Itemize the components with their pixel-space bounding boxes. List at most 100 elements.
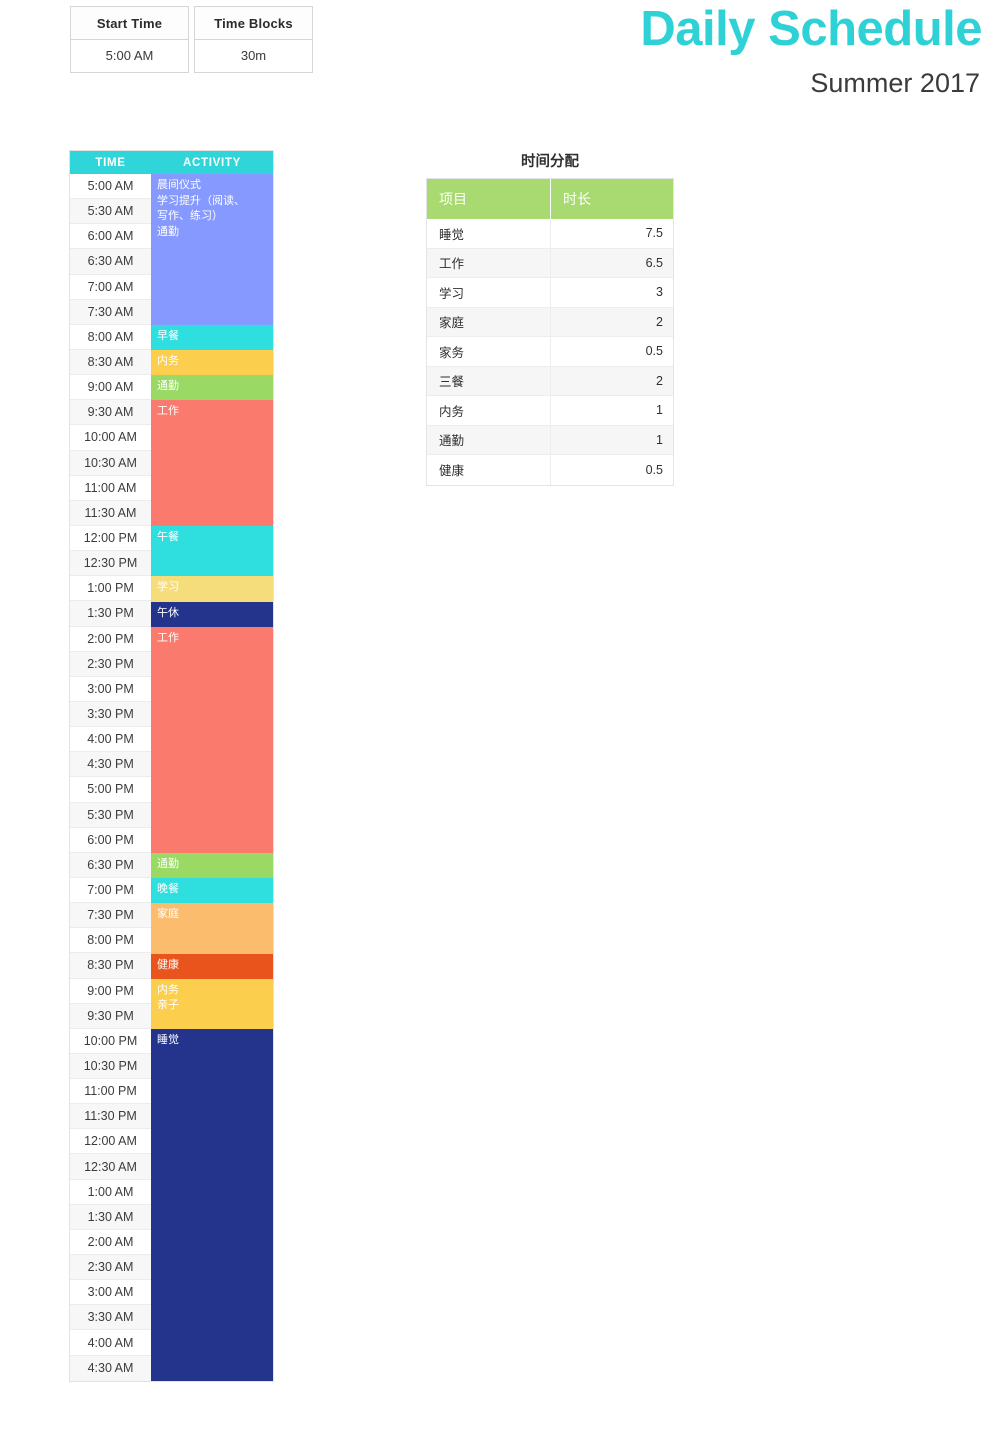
time-row[interactable]: 5:00 PM — [70, 777, 151, 803]
schedule-header-row: TIME ACTIVITY — [70, 151, 273, 174]
time-row[interactable]: 11:30 PM — [70, 1104, 151, 1130]
time-label: 3:30 PM — [87, 707, 134, 722]
time-row[interactable]: 4:00 PM — [70, 727, 151, 753]
time-row[interactable]: 11:30 AM — [70, 500, 151, 526]
time-row[interactable]: 12:30 PM — [70, 551, 151, 577]
time-row[interactable]: 1:30 AM — [70, 1204, 151, 1230]
time-row[interactable]: 7:30 AM — [70, 299, 151, 325]
time-row[interactable]: 8:30 PM — [70, 953, 151, 979]
time-row[interactable]: 2:00 AM — [70, 1229, 151, 1256]
summary-item-label: 睡觉 — [427, 219, 551, 248]
time-row[interactable]: 5:00 AM — [70, 174, 151, 200]
time-label: 3:30 AM — [87, 1310, 134, 1325]
summary-row[interactable]: 学习 3 — [427, 278, 673, 308]
time-row[interactable]: 6:00 AM — [70, 224, 151, 250]
summary-row[interactable]: 内务 1 — [427, 396, 673, 426]
summary-item-value: 3 — [656, 285, 663, 300]
summary-row[interactable]: 健康 0.5 — [427, 455, 673, 485]
time-row[interactable]: 2:00 PM — [70, 626, 151, 652]
activity-block[interactable]: 睡觉 — [151, 1029, 273, 1382]
activity-block[interactable]: 学习 — [151, 576, 273, 602]
activity-block[interactable]: 内务 — [151, 350, 273, 376]
activity-label: 午休 — [157, 606, 179, 619]
summary-item-label: 三餐 — [427, 366, 551, 395]
activity-block[interactable]: 午休 — [151, 601, 273, 627]
time-row[interactable]: 7:30 PM — [70, 903, 151, 929]
activity-block[interactable]: 通勤 — [151, 375, 273, 401]
time-row[interactable]: 10:30 PM — [70, 1053, 151, 1080]
activity-block[interactable]: 工作 — [151, 400, 273, 527]
time-row[interactable]: 4:30 AM — [70, 1355, 151, 1381]
activity-block[interactable]: 工作 — [151, 626, 273, 854]
time-label: 7:30 AM — [87, 304, 134, 319]
time-label: 10:30 PM — [83, 1058, 138, 1073]
time-row[interactable]: 5:30 AM — [70, 199, 151, 225]
activity-block[interactable]: 内务 亲子 — [151, 978, 273, 1030]
summary-row[interactable]: 家庭 2 — [427, 307, 673, 337]
time-row[interactable]: 12:30 AM — [70, 1154, 151, 1180]
time-label: 8:30 PM — [87, 958, 134, 973]
time-row[interactable]: 12:00 PM — [70, 525, 151, 552]
time-row[interactable]: 6:30 AM — [70, 249, 151, 275]
time-row[interactable]: 4:30 PM — [70, 752, 151, 778]
time-row[interactable]: 1:00 AM — [70, 1179, 151, 1205]
time-label: 10:00 PM — [83, 1033, 138, 1048]
summary-row[interactable]: 通勤 1 — [427, 425, 673, 455]
summary-row[interactable]: 睡觉 7.5 — [427, 219, 673, 249]
start-time-value[interactable]: 5:00 AM — [71, 40, 188, 72]
time-blocks-value[interactable]: 30m — [195, 40, 312, 72]
time-row[interactable]: 1:30 PM — [70, 601, 151, 627]
time-row[interactable]: 9:30 PM — [70, 1003, 151, 1029]
time-row[interactable]: 11:00 PM — [70, 1079, 151, 1105]
time-row[interactable]: 8:00 AM — [70, 324, 151, 350]
summary-col-duration: 时长 — [563, 191, 591, 207]
time-label: 1:30 AM — [87, 1209, 134, 1224]
activity-block[interactable]: 早餐 — [151, 324, 273, 351]
time-label: 11:30 PM — [84, 1109, 137, 1124]
time-row[interactable]: 1:00 PM — [70, 576, 151, 602]
time-row[interactable]: 6:00 PM — [70, 827, 151, 853]
time-row[interactable]: 4:00 AM — [70, 1330, 151, 1356]
time-row[interactable]: 3:00 PM — [70, 676, 151, 702]
activity-label: 学习 — [157, 581, 179, 594]
activity-block[interactable]: 晚餐 — [151, 878, 273, 904]
time-row[interactable]: 11:00 AM — [70, 475, 151, 501]
time-row[interactable]: 2:30 PM — [70, 651, 151, 677]
time-row[interactable]: 12:00 AM — [70, 1129, 151, 1155]
start-time-setting[interactable]: Start Time 5:00 AM — [70, 6, 189, 73]
time-label: 1:30 PM — [87, 606, 134, 621]
time-row[interactable]: 3:30 PM — [70, 701, 151, 728]
title-block: Daily Schedule Summer 2017 — [640, 0, 982, 100]
time-row[interactable]: 9:00 AM — [70, 375, 151, 401]
activity-label: 通勤 — [157, 858, 179, 871]
activity-block[interactable]: 午餐 — [151, 526, 273, 577]
activity-block[interactable]: 晨间仪式 学习提升（阅读、 写作、练习） 通勤 — [151, 174, 273, 325]
summary-row[interactable]: 工作 6.5 — [427, 248, 673, 278]
settings-bar: Start Time 5:00 AM Time Blocks 30m — [70, 6, 313, 73]
page-title: Daily Schedule — [640, 2, 982, 56]
time-label: 5:30 AM — [87, 204, 134, 219]
time-row[interactable]: 7:00 PM — [70, 877, 151, 904]
time-label: 11:00 PM — [84, 1084, 137, 1099]
time-row[interactable]: 10:00 PM — [70, 1028, 151, 1054]
time-row[interactable]: 7:00 AM — [70, 274, 151, 300]
time-row[interactable]: 10:00 AM — [70, 425, 151, 451]
time-blocks-setting[interactable]: Time Blocks 30m — [194, 6, 313, 73]
time-row[interactable]: 6:30 PM — [70, 852, 151, 878]
time-row[interactable]: 8:30 AM — [70, 349, 151, 376]
time-row[interactable]: 2:30 AM — [70, 1255, 151, 1281]
summary-row[interactable]: 家务 0.5 — [427, 337, 673, 367]
activity-block[interactable]: 健康 — [151, 953, 273, 979]
activity-label: 工作 — [157, 631, 179, 644]
activity-block[interactable]: 通勤 — [151, 853, 273, 879]
time-row[interactable]: 9:00 PM — [70, 978, 151, 1004]
time-row[interactable]: 3:00 AM — [70, 1280, 151, 1306]
activity-block[interactable]: 家庭 — [151, 903, 273, 954]
time-row[interactable]: 9:30 AM — [70, 400, 151, 426]
time-row[interactable]: 10:30 AM — [70, 450, 151, 476]
summary-item-value: 2 — [656, 314, 663, 329]
time-row[interactable]: 3:30 AM — [70, 1305, 151, 1331]
summary-row[interactable]: 三餐 2 — [427, 366, 673, 396]
time-row[interactable]: 8:00 PM — [70, 928, 151, 954]
time-row[interactable]: 5:30 PM — [70, 802, 151, 828]
